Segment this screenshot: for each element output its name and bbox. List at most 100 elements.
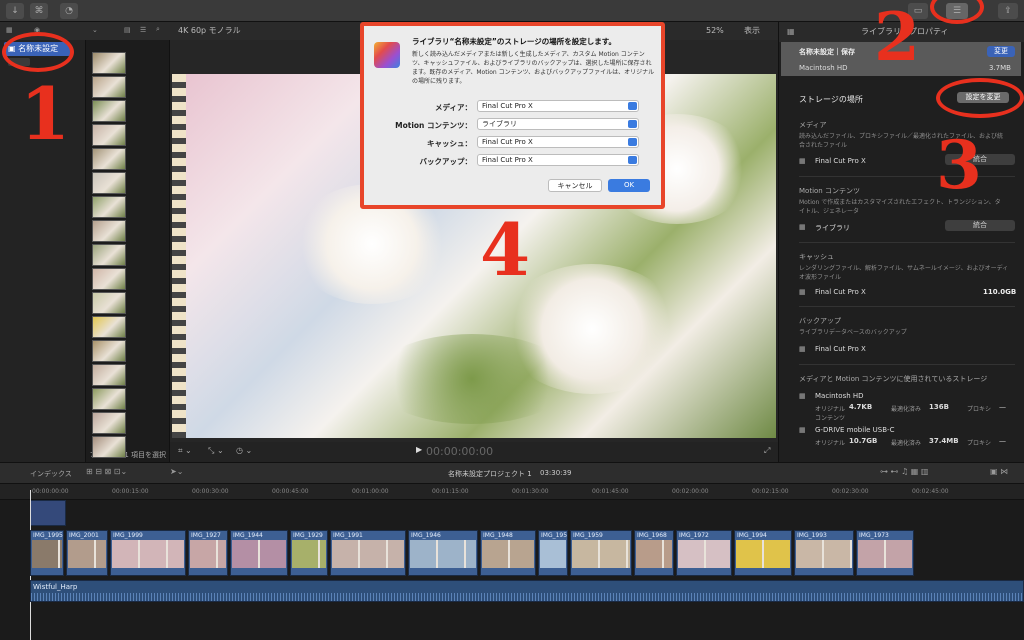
chevron-updown-icon xyxy=(628,102,637,110)
list-view-icon[interactable]: ☰ xyxy=(140,26,146,34)
timeline-clip[interactable]: IMG_1948 xyxy=(480,530,536,576)
clip-thumbnail xyxy=(678,540,730,568)
browser-thumbnail[interactable] xyxy=(92,100,126,122)
timeline-clip[interactable]: IMG_2001 xyxy=(66,530,108,576)
browser-thumbnail[interactable] xyxy=(92,52,126,74)
backup-location: Final Cut Pro X xyxy=(815,345,866,353)
fullscreen-icon[interactable]: ⤢ xyxy=(764,446,770,456)
play-icon[interactable]: ▶ xyxy=(416,445,422,454)
timeline-clip[interactable]: IMG_1951 xyxy=(538,530,568,576)
timeline-options-icon[interactable]: ⊶ ⊷ ♫ ▦ ▥ xyxy=(880,467,928,476)
divider xyxy=(799,176,1015,177)
cache-select[interactable]: Final Cut Pro X xyxy=(477,136,639,148)
keyword-icon[interactable]: ⌘ xyxy=(30,3,48,19)
browser-thumbnail[interactable] xyxy=(92,364,126,386)
browser-thumbnail[interactable] xyxy=(92,124,126,146)
disk-icon: ▦ xyxy=(799,426,806,434)
timeline-clip[interactable]: IMG_1968 xyxy=(634,530,674,576)
search-icon[interactable]: ⌕ xyxy=(156,25,160,34)
viewer-controls: ⌗ ⌄ ⤡ ⌄ ◷ ⌄ ▶ 00:00:00:00 ⤢ xyxy=(170,442,778,462)
ruler-timecode: 00:01:00:00 xyxy=(352,488,389,495)
edit-tools-icon[interactable]: ⊞ ⊟ ⊠ ⊡⌄ xyxy=(86,467,127,476)
browser-thumbnail[interactable] xyxy=(92,268,126,290)
backup-select[interactable]: Final Cut Pro X xyxy=(477,154,639,166)
dialog-description: 新しく読み込んだメディアまたは新しく生成したメディア、カスタム Motion コ… xyxy=(412,51,655,85)
browser-thumbnail[interactable] xyxy=(92,412,126,434)
project-name: 名称未設定プロジェクト 1 xyxy=(448,470,532,478)
browser-thumbnail[interactable] xyxy=(92,340,126,362)
timeline-clip[interactable]: IMG_1946 xyxy=(408,530,478,576)
clip-name: IMG_1929 xyxy=(293,532,323,539)
disk2-opt: 37.4MB xyxy=(929,437,959,445)
cache-title: キャッシュ xyxy=(799,253,834,261)
browser-thumbnail[interactable] xyxy=(92,316,126,338)
browser-thumbnail[interactable] xyxy=(92,220,126,242)
motion-consolidate-button[interactable]: 統合 xyxy=(945,220,1015,231)
import-icon[interactable]: ↓ xyxy=(6,3,24,19)
browser-thumbnail[interactable] xyxy=(92,388,126,410)
motion-select[interactable]: ライブラリ xyxy=(477,118,639,130)
transform-icon[interactable]: ⤡ ⌄ xyxy=(208,446,224,456)
change-button[interactable]: 変更 xyxy=(987,46,1015,57)
share-icon[interactable]: ⇪ xyxy=(998,3,1018,19)
timeline-clip[interactable]: IMG_1999 xyxy=(110,530,186,576)
cancel-button[interactable]: キャンセル xyxy=(548,179,602,192)
browser-header: ⌄ ▤ ☰ ⌕ xyxy=(86,22,170,40)
timeline-clip[interactable]: IMG_1994 xyxy=(734,530,792,576)
timeline-clip[interactable]: IMG_1927 xyxy=(188,530,228,576)
ruler-timecode: 00:00:45:00 xyxy=(272,488,309,495)
zoom-level[interactable]: 52% xyxy=(706,22,724,40)
effects-browser-icon[interactable]: ▣ ⋈ xyxy=(990,467,1008,476)
cache-label: キャッシュ： xyxy=(427,139,472,148)
browser-thumbnail[interactable] xyxy=(92,172,126,194)
crop-icon[interactable]: ⌗ ⌄ xyxy=(178,446,192,456)
clip-thumbnail xyxy=(482,540,534,568)
sidebar-icon[interactable]: ▦ xyxy=(6,26,13,34)
browser-thumbnail[interactable] xyxy=(92,292,126,314)
leaves xyxy=(372,334,572,424)
browser-thumbnail[interactable] xyxy=(92,76,126,98)
folder-icon: ▦ xyxy=(799,288,806,296)
storage-location-dialog: ライブラリ“名称未設定”のストレージの場所を設定します。 新しく読み込んだメディ… xyxy=(360,22,665,209)
filmstrip-icon[interactable]: ▤ xyxy=(124,26,131,34)
ok-button[interactable]: OK xyxy=(608,179,650,192)
timeline-clip[interactable]: IMG_1944 xyxy=(230,530,288,576)
motion-label: Motion コンテンツ： xyxy=(395,121,472,130)
browser-thumbnail[interactable] xyxy=(92,436,126,458)
connected-clip[interactable] xyxy=(30,500,66,526)
timeline-clip[interactable]: IMG_1959 xyxy=(570,530,632,576)
clip-name: IMG_1927 xyxy=(191,532,221,539)
viewer-format: 4K 60p モノラル xyxy=(178,26,241,35)
divider xyxy=(799,306,1015,307)
browser-thumbnail[interactable] xyxy=(92,196,126,218)
select-tool-icon[interactable]: ➤⌄ xyxy=(170,467,183,476)
motion-title: Motion コンテンツ xyxy=(799,187,860,195)
speed-icon[interactable]: ◷ ⌄ xyxy=(236,446,252,455)
disk2-proxy-label: プロキシ xyxy=(967,440,992,447)
backup-desc: ライブラリデータベースのバックアップ xyxy=(799,329,907,336)
clip-thumbnail xyxy=(540,540,566,568)
disk1-opt-label: 最適化済み xyxy=(891,406,922,413)
media-select[interactable]: Final Cut Pro X xyxy=(477,100,639,112)
timeline-clip[interactable]: IMG_1993 xyxy=(794,530,854,576)
background-tasks-icon[interactable]: ◔ xyxy=(60,3,78,19)
disk1-name: Macintosh HD xyxy=(815,392,864,400)
clip-name: IMG_1951 xyxy=(541,532,568,539)
storage-title: ストレージの場所 xyxy=(799,95,863,104)
timeline-clip[interactable]: IMG_1973 xyxy=(856,530,914,576)
timeline-clip[interactable]: IMG_1995 xyxy=(30,530,64,576)
clip-appearance-icon[interactable]: ⌄ xyxy=(92,26,98,34)
timeline-clip[interactable]: IMG_1929 xyxy=(290,530,328,576)
clip-thumbnail xyxy=(68,540,106,568)
clip-name: IMG_1968 xyxy=(637,532,667,539)
timeline-clip[interactable]: IMG_1991 xyxy=(330,530,406,576)
view-menu[interactable]: 表示 xyxy=(744,22,760,40)
timeline-clip[interactable]: IMG_1972 xyxy=(676,530,732,576)
index-button[interactable]: インデックス xyxy=(30,469,72,479)
audio-clip[interactable]: Wistful_Harp xyxy=(30,580,1024,602)
browser-thumbnail[interactable] xyxy=(92,148,126,170)
timeline-header: インデックス ⊞ ⊟ ⊠ ⊡⌄ ➤⌄ 名称未設定プロジェクト 1 03:30:3… xyxy=(0,462,1024,484)
browser-thumbnail[interactable] xyxy=(92,244,126,266)
clip-thumbnail xyxy=(572,540,630,568)
project-duration: 03:30:39 xyxy=(540,469,572,477)
